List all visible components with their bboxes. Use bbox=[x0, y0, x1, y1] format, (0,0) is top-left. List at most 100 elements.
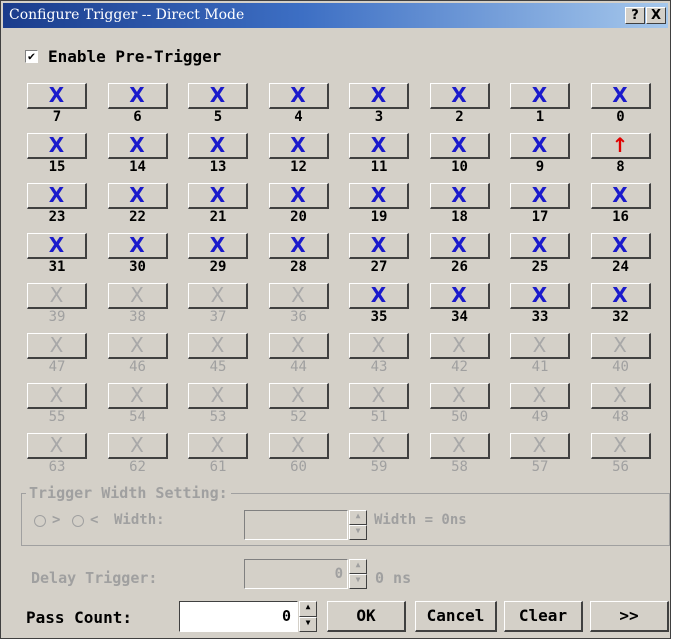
channel-27-button[interactable]: X bbox=[349, 233, 409, 259]
channel-54-button[interactable]: X bbox=[107, 383, 168, 409]
channel-26-button[interactable]: X bbox=[429, 233, 490, 259]
channel-15-button[interactable]: X bbox=[27, 133, 87, 159]
up-arrow-icon[interactable]: ▲ bbox=[349, 510, 367, 525]
channel-52-button[interactable]: X bbox=[268, 383, 329, 409]
channel-6-button[interactable]: X bbox=[107, 83, 168, 109]
pass-count-spinner[interactable]: ▲ ▼ bbox=[299, 601, 317, 632]
channel-49-button[interactable]: X bbox=[510, 383, 570, 409]
down-arrow-icon[interactable]: ▼ bbox=[349, 525, 367, 540]
channel-57-button[interactable]: X bbox=[510, 433, 570, 459]
channel-55-button[interactable]: X bbox=[27, 383, 87, 409]
channel-31-label: 31 bbox=[48, 259, 66, 275]
channel-35-button[interactable]: X bbox=[349, 283, 409, 309]
more-button[interactable]: >> bbox=[590, 601, 669, 632]
delay-spinner[interactable]: ▲ ▼ bbox=[349, 559, 367, 589]
channel-42-button[interactable]: X bbox=[429, 333, 490, 359]
channel-61-button[interactable]: X bbox=[188, 433, 248, 459]
channel-39-button[interactable]: X bbox=[27, 283, 87, 309]
pre-trigger-label[interactable]: Enable Pre-Trigger bbox=[48, 47, 221, 66]
channel-17-button[interactable]: X bbox=[510, 183, 570, 209]
channel-23-button[interactable]: X bbox=[27, 183, 87, 209]
channel-10-button[interactable]: X bbox=[429, 133, 490, 159]
channel-30-button[interactable]: X bbox=[107, 233, 168, 259]
channel-13-button[interactable]: X bbox=[188, 133, 248, 159]
channel-8-button[interactable]: ↑ bbox=[590, 133, 651, 159]
channel-62-button[interactable]: X bbox=[107, 433, 168, 459]
channel-36-button[interactable]: X bbox=[268, 283, 329, 309]
channel-57-label: 57 bbox=[531, 459, 549, 475]
channel-0-button[interactable]: X bbox=[590, 83, 651, 109]
channel-14-button[interactable]: X bbox=[107, 133, 168, 159]
channel-53-button[interactable]: X bbox=[188, 383, 248, 409]
channel-cell: X 47 bbox=[27, 333, 87, 379]
channel-17-label: 17 bbox=[531, 209, 549, 225]
help-button[interactable]: ? bbox=[625, 7, 645, 24]
channel-29-button[interactable]: X bbox=[188, 233, 248, 259]
channel-45-button[interactable]: X bbox=[188, 333, 248, 359]
channel-48-button[interactable]: X bbox=[590, 383, 651, 409]
channel-52-label: 52 bbox=[290, 409, 307, 425]
channel-2-button[interactable]: X bbox=[429, 83, 490, 109]
less-than-radio[interactable] bbox=[72, 515, 84, 527]
channel-cell: X0 bbox=[590, 83, 651, 129]
channel-11-button[interactable]: X bbox=[349, 133, 409, 159]
ok-button[interactable]: OK bbox=[327, 601, 406, 632]
channel-38-button[interactable]: X bbox=[107, 283, 168, 309]
channel-33-button[interactable]: X bbox=[510, 283, 570, 309]
channel-59-button[interactable]: X bbox=[349, 433, 409, 459]
channel-34-button[interactable]: X bbox=[429, 283, 490, 309]
down-arrow-icon[interactable]: ▼ bbox=[349, 574, 367, 589]
delay-input[interactable]: 0 bbox=[244, 559, 348, 589]
channel-56-button[interactable]: X bbox=[590, 433, 651, 459]
channel-27-label: 27 bbox=[370, 259, 388, 275]
channel-58-button[interactable]: X bbox=[429, 433, 490, 459]
channel-19-button[interactable]: X bbox=[349, 183, 409, 209]
channel-25-button[interactable]: X bbox=[510, 233, 570, 259]
channel-28-button[interactable]: X bbox=[268, 233, 329, 259]
channel-32-button[interactable]: X bbox=[590, 283, 651, 309]
pre-trigger-checkbox[interactable]: ✔ bbox=[25, 50, 38, 63]
width-spinner[interactable]: ▲ ▼ bbox=[349, 510, 367, 540]
title-bar[interactable]: Configure Trigger -- Direct Mode ? X bbox=[3, 3, 668, 28]
channel-7-button[interactable]: X bbox=[27, 83, 87, 109]
channel-12-button[interactable]: X bbox=[268, 133, 329, 159]
channel-51-button[interactable]: X bbox=[349, 383, 409, 409]
cancel-button[interactable]: Cancel bbox=[415, 601, 497, 632]
up-arrow-icon[interactable]: ▲ bbox=[299, 601, 317, 617]
channel-46-button[interactable]: X bbox=[107, 333, 168, 359]
channel-44-button[interactable]: X bbox=[268, 333, 329, 359]
channel-9-button[interactable]: X bbox=[510, 133, 570, 159]
channel-60-button[interactable]: X bbox=[268, 433, 329, 459]
channel-cell: X9 bbox=[510, 133, 570, 179]
greater-than-radio[interactable] bbox=[34, 515, 46, 527]
channel-31-button[interactable]: X bbox=[27, 233, 87, 259]
pass-count-input[interactable]: 0 bbox=[179, 601, 298, 632]
channel-cell: X 45 bbox=[188, 333, 248, 379]
close-button[interactable]: X bbox=[646, 7, 666, 24]
channel-41-button[interactable]: X bbox=[510, 333, 570, 359]
width-input[interactable] bbox=[244, 510, 348, 540]
channel-28-label: 28 bbox=[290, 259, 307, 275]
channel-56-label: 56 bbox=[612, 459, 629, 475]
channel-4-label: 4 bbox=[294, 109, 303, 125]
channel-24-button[interactable]: X bbox=[590, 233, 651, 259]
channel-18-button[interactable]: X bbox=[429, 183, 490, 209]
clear-button[interactable]: Clear bbox=[504, 601, 583, 632]
up-arrow-icon[interactable]: ▲ bbox=[349, 559, 367, 574]
channel-43-button[interactable]: X bbox=[349, 333, 409, 359]
channel-37-button[interactable]: X bbox=[188, 283, 248, 309]
channel-20-button[interactable]: X bbox=[268, 183, 329, 209]
channel-3-button[interactable]: X bbox=[349, 83, 409, 109]
channel-16-button[interactable]: X bbox=[590, 183, 651, 209]
channel-40-button[interactable]: X bbox=[590, 333, 651, 359]
down-arrow-icon[interactable]: ▼ bbox=[299, 616, 317, 632]
channel-50-button[interactable]: X bbox=[429, 383, 490, 409]
channel-47-button[interactable]: X bbox=[27, 333, 87, 359]
channel-5-button[interactable]: X bbox=[188, 83, 248, 109]
channel-22-button[interactable]: X bbox=[107, 183, 168, 209]
channel-4-button[interactable]: X bbox=[268, 83, 329, 109]
channel-21-button[interactable]: X bbox=[188, 183, 248, 209]
channel-1-button[interactable]: X bbox=[510, 83, 570, 109]
channel-cell: X 48 bbox=[590, 383, 651, 429]
channel-63-button[interactable]: X bbox=[27, 433, 87, 459]
